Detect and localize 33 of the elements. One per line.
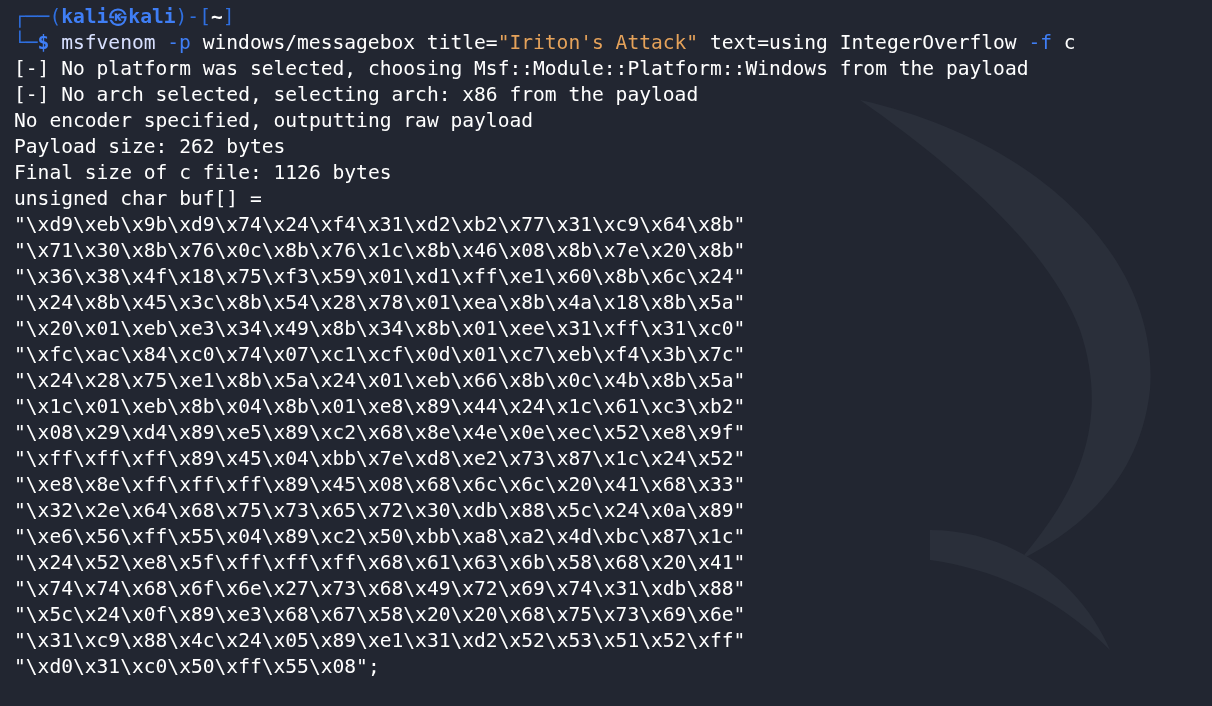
- option-label: -f: [1028, 31, 1053, 54]
- option-label: -p: [167, 31, 191, 54]
- output-line: "\x71\x30\x8b\x76\x0c\x8b\x76\x1c\x8b\x46\x08\x8b\x7e\x20\x8b": [14, 239, 746, 262]
- output-line: "\x24\x28\x75\xe1\x8b\x5a\x24\x01\xeb\x66\x8b\x0c\x4b\x8b\x5a": [14, 369, 746, 392]
- output-line: No encoder specified, outputting raw payload: [14, 109, 534, 132]
- output-line: "\x24\x8b\x45\x3c\x8b\x54\x28\x78\x01\xea\x8b\x4a\x18\x8b\x5a": [14, 291, 746, 314]
- output-line: "\xfc\xac\x84\xc0\x74\x07\xc1\xcf\x0d\x01\xc7\xeb\xf4\x3b\x7c": [14, 343, 746, 366]
- output-line: [-] No arch selected, selecting arch: x86 from the payload: [14, 83, 699, 106]
- output-line: "\x36\x38\x4f\x18\x75\xf3\x59\x01\xd1\xff\xe1\x60\x8b\x6c\x24": [14, 265, 746, 288]
- output-line: "\x08\x29\xd4\x89\xe5\x89\xc2\x68\x8e\x4e\x0e\xec\x52\xe8\x9f": [14, 421, 746, 444]
- output-line: "\x32\x2e\x64\x68\x75\x73\x65\x72\x30\xdb\x88\x5c\x24\x0a\x89": [14, 499, 746, 522]
- output-line: "\x20\x01\xeb\xe3\x34\x49\x8b\x34\x8b\x01\xee\x31\xff\x31\xc0": [14, 317, 746, 340]
- output-line: "\x5c\x24\x0f\x89\xe3\x68\x67\x58\x20\x20\x68\x75\x73\x69\x6e": [14, 603, 746, 626]
- command-name: msfvenom: [61, 31, 156, 54]
- output-line: Final size of c file: 1126 bytes: [14, 161, 392, 184]
- output-line: "\x74\x74\x68\x6f\x6e\x27\x73\x68\x49\x72\x69\x74\x31\xdb\x88": [14, 577, 746, 600]
- output-line: unsigned char buf[] =: [14, 187, 262, 210]
- output-line: Payload size: 262 bytes: [14, 135, 286, 158]
- output-line: "\x31\xc9\x88\x4c\x24\x05\x89\xe1\x31\xd2\x52\x53\x51\x52\xff": [14, 629, 746, 652]
- string-argument: "Iriton's Attack": [497, 31, 699, 54]
- prompt-line: ┌──(kali㉿kali)-[~]: [14, 4, 236, 30]
- command-argument: text=using IntegerOverflow: [709, 31, 1017, 54]
- output-line: "\xff\xff\xff\x89\x45\x04\xbb\x7e\xd8\xe2\x73\x87\x1c\x24\x52": [14, 447, 746, 470]
- output-line: "\xd9\xeb\x9b\xd9\x74\x24\xf4\x31\xd2\xb2\x77\x31\xc9\x64\x8b": [14, 213, 746, 236]
- output-line: "\x24\x52\xe8\x5f\xff\xff\xff\x68\x61\x63\x6b\x58\x68\x20\x41": [14, 551, 746, 574]
- output-line: "\x1c\x01\xeb\x8b\x04\x8b\x01\xe8\x89\x44\x24\x1c\x61\xc3\xb2": [14, 395, 746, 418]
- command-argument: windows/messagebox title=: [202, 31, 498, 54]
- command-argument: c: [1063, 31, 1076, 54]
- prompt-symbol: └─$: [14, 31, 50, 54]
- output-line: "\xe8\x8e\xff\xff\xff\x89\x45\x08\x68\x6c\x6c\x20\x41\x68\x33": [14, 473, 746, 496]
- output-line: "\xd0\x31\xc0\x50\xff\x55\x08";: [14, 655, 380, 678]
- output-line: "\xe6\x56\xff\x55\x04\x89\xc2\x50\xbb\xa8\xa2\x4d\xbc\x87\x1c": [14, 525, 746, 548]
- output-line: [-] No platform was selected, choosing Msf::Module::Platform::Windows from the payload: [14, 57, 1029, 80]
